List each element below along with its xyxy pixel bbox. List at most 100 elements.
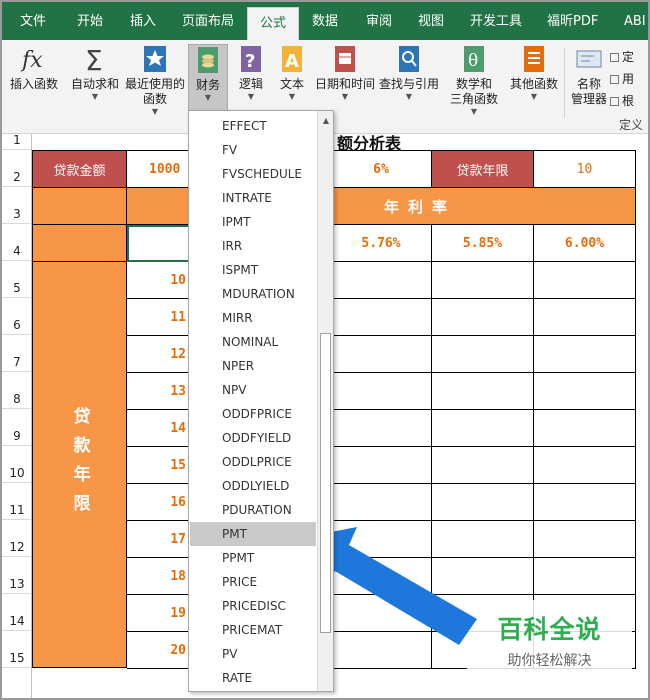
recently-used-button[interactable]: 最近使用的 函数 ▼ <box>124 44 186 117</box>
loan-years-value-cell[interactable]: 10 <box>534 151 636 188</box>
text-button[interactable]: A 文本 ▼ <box>275 44 309 102</box>
payment-cell[interactable] <box>534 447 636 484</box>
function-item-npv[interactable]: NPV <box>190 378 316 402</box>
payment-cell[interactable] <box>534 410 636 447</box>
payment-cell[interactable] <box>331 447 432 484</box>
payment-cell[interactable] <box>534 558 636 595</box>
more-functions-button[interactable]: 其他函数 ▼ <box>507 44 561 102</box>
function-item-pricedisc[interactable]: PRICEDISC <box>190 594 316 618</box>
corner-cell-2[interactable] <box>33 225 127 262</box>
use-in-formula-button[interactable]: 用 <box>610 70 634 87</box>
row-header-9[interactable]: 9 <box>2 409 32 446</box>
row-header-13[interactable]: 13 <box>2 557 32 594</box>
loan-term-vertical-label[interactable]: 贷款年限 <box>33 262 127 668</box>
scrollbar-thumb[interactable] <box>320 333 331 633</box>
tab-formulas[interactable]: 公式 <box>247 7 300 40</box>
payment-cell[interactable] <box>534 373 636 410</box>
row-header-14[interactable]: 14 <box>2 594 32 631</box>
row-header-3[interactable]: 3 <box>2 187 32 224</box>
row-header-8[interactable]: 8 <box>2 372 32 409</box>
tab-insert[interactable]: 插入 <box>130 2 156 40</box>
tab-page-layout[interactable]: 页面布局 <box>182 2 234 40</box>
row-header-6[interactable]: 6 <box>2 298 32 335</box>
math-trig-button[interactable]: θ 数学和 三角函数 ▼ <box>443 44 505 117</box>
payment-cell[interactable] <box>331 299 432 336</box>
function-item-pduration[interactable]: PDURATION <box>190 498 316 522</box>
financial-functions-dropdown[interactable]: EFFECT FV FVSCHEDULE INTRATE IPMT IRR ISPMT MDU… <box>188 110 334 692</box>
function-item-price[interactable]: PRICE <box>190 570 316 594</box>
payment-cell[interactable] <box>331 484 432 521</box>
function-item-ppmt[interactable]: PPMT <box>190 546 316 570</box>
loan-amount-label-cell[interactable]: 贷款金额 <box>33 151 127 188</box>
define-name-button[interactable]: 定 <box>610 48 634 65</box>
payment-cell[interactable] <box>331 262 432 299</box>
function-item-ipmt[interactable]: IPMT <box>190 210 316 234</box>
create-from-selection-button[interactable]: 根 <box>610 92 634 109</box>
payment-cell[interactable] <box>534 521 636 558</box>
payment-cell[interactable] <box>432 410 534 447</box>
row-header-7[interactable]: 7 <box>2 335 32 372</box>
payment-cell[interactable] <box>432 262 534 299</box>
function-item-rate[interactable]: RATE <box>190 666 316 690</box>
scroll-up-arrow-icon[interactable]: ▲ <box>318 113 333 129</box>
function-item-intrate[interactable]: INTRATE <box>190 186 316 210</box>
dropdown-scrollbar[interactable]: ▲ <box>317 111 333 691</box>
function-item-mirr[interactable]: MIRR <box>190 306 316 330</box>
tab-view[interactable]: 视图 <box>418 2 444 40</box>
function-item-pmt[interactable]: PMT <box>190 522 316 546</box>
tab-developer[interactable]: 开发工具 <box>470 2 522 40</box>
function-item-effect[interactable]: EFFECT <box>190 114 316 138</box>
function-item-oddfyield[interactable]: ODDFYIELD <box>190 426 316 450</box>
row-header-11[interactable]: 11 <box>2 483 32 520</box>
row-header-12[interactable]: 12 <box>2 520 32 557</box>
payment-cell[interactable] <box>331 410 432 447</box>
row-header-5[interactable]: 5 <box>2 261 32 298</box>
row-header-1[interactable]: 1 <box>2 133 32 150</box>
financial-button[interactable]: 财务 ▼ <box>188 44 228 114</box>
function-item-oddlyield[interactable]: ODDLYIELD <box>190 474 316 498</box>
payment-cell[interactable] <box>534 336 636 373</box>
corner-cell[interactable] <box>33 188 127 225</box>
function-item-fv[interactable]: FV <box>190 138 316 162</box>
insert-function-button[interactable]: fx 插入函数 <box>7 44 61 92</box>
rate-cell-2[interactable]: 5.85% <box>432 225 534 262</box>
lookup-reference-button[interactable]: 查找与引用 ▼ <box>378 44 440 102</box>
row-header-2[interactable]: 2 <box>2 150 32 187</box>
payment-cell[interactable] <box>534 299 636 336</box>
function-item-nominal[interactable]: NOMINAL <box>190 330 316 354</box>
payment-cell[interactable] <box>534 262 636 299</box>
name-manager-button[interactable]: 名称 管理器 <box>567 44 611 107</box>
function-item-nper[interactable]: NPER <box>190 354 316 378</box>
function-item-mduration[interactable]: MDURATION <box>190 282 316 306</box>
row-header-4[interactable]: 4 <box>2 224 32 261</box>
row-header-10[interactable]: 10 <box>2 446 32 483</box>
datetime-button[interactable]: 日期和时间 ▼ <box>314 44 376 102</box>
payment-cell[interactable] <box>432 336 534 373</box>
function-item-oddlprice[interactable]: ODDLPRICE <box>190 450 316 474</box>
tab-abbyy[interactable]: ABI <box>624 2 646 40</box>
tab-home[interactable]: 开始 <box>77 2 103 40</box>
row-header-15[interactable]: 15 <box>2 631 32 668</box>
tab-foxit-pdf[interactable]: 福昕PDF <box>547 2 598 40</box>
logical-button[interactable]: ? 逻辑 ▼ <box>234 44 268 102</box>
rate-cell-1[interactable]: 5.76% <box>331 225 432 262</box>
function-item-oddfprice[interactable]: ODDFPRICE <box>190 402 316 426</box>
function-item-pv[interactable]: PV <box>190 642 316 666</box>
autosum-button[interactable]: Σ 自动求和 ▼ <box>69 44 121 102</box>
payment-cell[interactable] <box>432 373 534 410</box>
rate-value-cell[interactable]: 6% <box>331 151 432 188</box>
function-item-pricemat[interactable]: PRICEMAT <box>190 618 316 642</box>
function-item-irr[interactable]: IRR <box>190 234 316 258</box>
payment-cell[interactable] <box>534 484 636 521</box>
function-item-fvschedule[interactable]: FVSCHEDULE <box>190 162 316 186</box>
payment-cell[interactable] <box>331 336 432 373</box>
payment-cell[interactable] <box>331 373 432 410</box>
tab-review[interactable]: 审阅 <box>366 2 392 40</box>
payment-cell[interactable] <box>432 299 534 336</box>
rate-cell-3[interactable]: 6.00% <box>534 225 636 262</box>
function-item-ispmt[interactable]: ISPMT <box>190 258 316 282</box>
payment-cell[interactable] <box>432 447 534 484</box>
payment-cell[interactable] <box>432 484 534 521</box>
loan-years-label-cell[interactable]: 贷款年限 <box>432 151 534 188</box>
tab-data[interactable]: 数据 <box>312 2 338 40</box>
